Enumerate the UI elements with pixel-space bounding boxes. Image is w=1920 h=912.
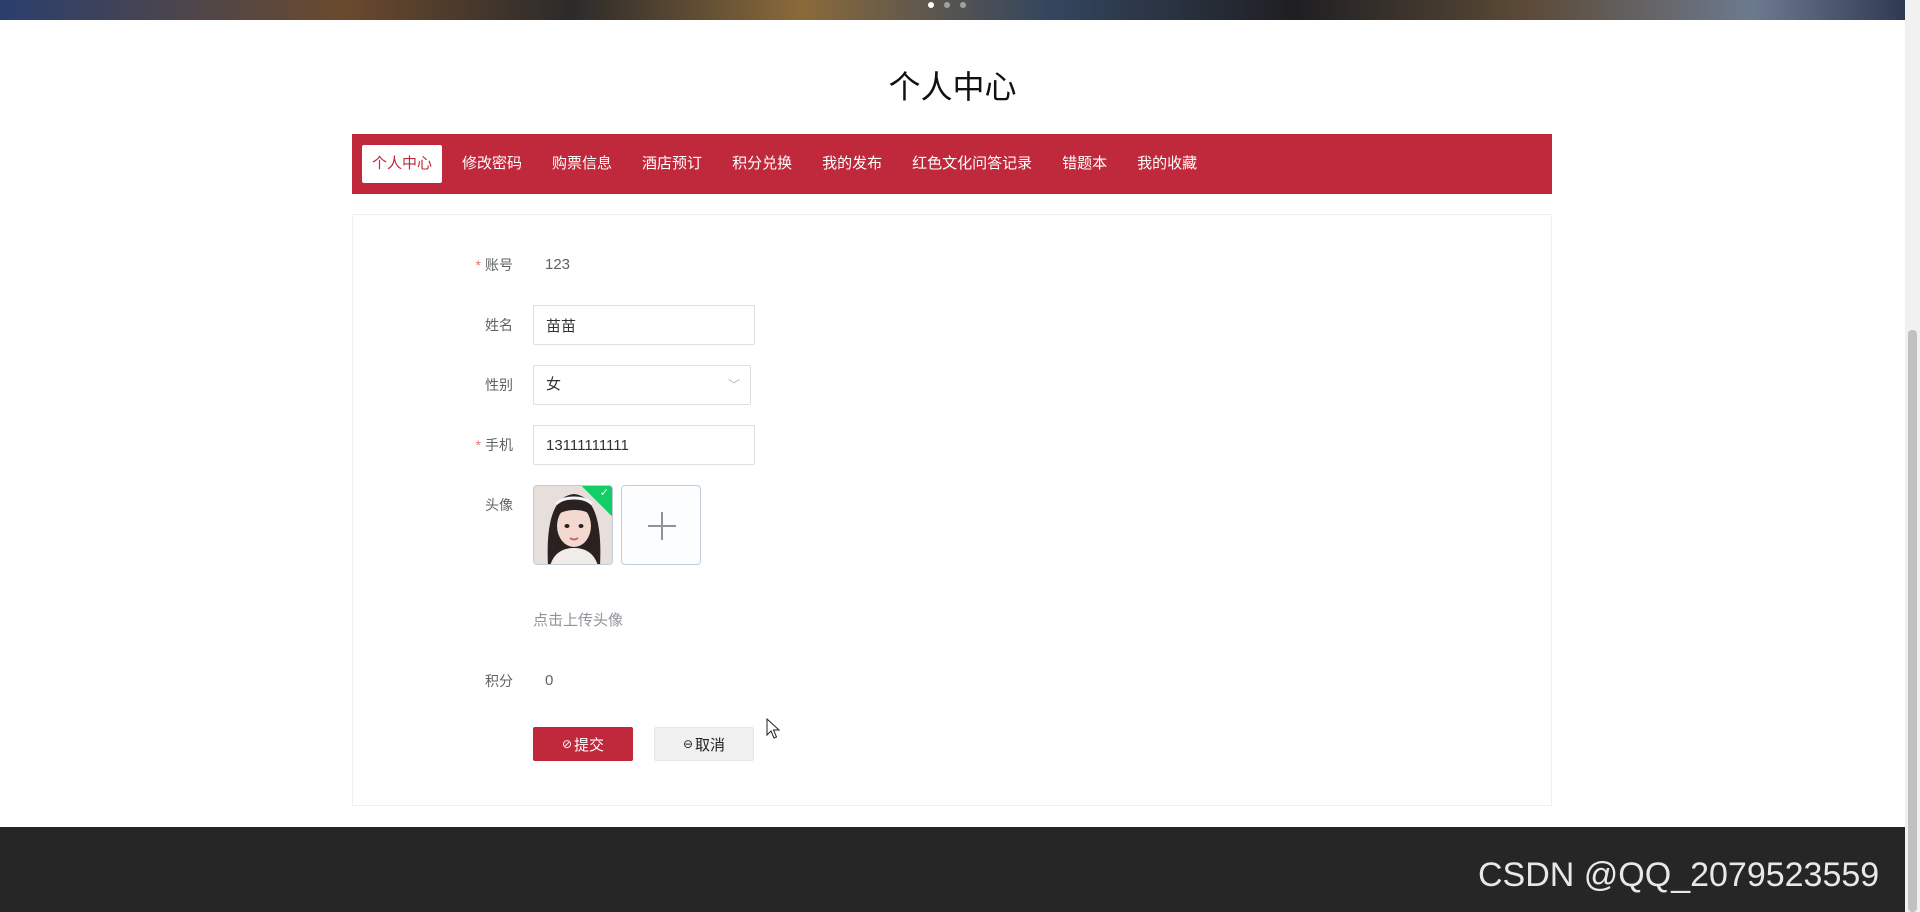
avatar-label: 头像 <box>485 497 513 513</box>
carousel-dot-3[interactable] <box>960 2 966 8</box>
page-title: 个人中心 <box>888 69 1017 105</box>
chevron-down-icon: ﹀ <box>727 378 740 392</box>
phone-input[interactable] <box>533 425 755 465</box>
required-mark: * <box>475 257 481 273</box>
avatar-preview[interactable]: ✓ <box>533 485 613 565</box>
check-circle-icon: ⊘ <box>561 737 573 751</box>
name-input[interactable] <box>533 305 755 345</box>
avatar-upload-button[interactable] <box>621 485 701 565</box>
tab-my-posts[interactable]: 我的发布 <box>812 145 892 183</box>
tab-points-exchange[interactable]: 积分兑换 <box>722 145 802 183</box>
account-value: 123 <box>545 256 571 273</box>
tab-quiz-records[interactable]: 红色文化问答记录 <box>902 145 1042 183</box>
carousel-dot-2[interactable] <box>944 2 950 8</box>
watermark: CSDN @QQ_2079523559 <box>1478 856 1880 894</box>
scrollbar-thumb[interactable] <box>1908 330 1917 912</box>
check-icon: ✓ <box>599 487 609 499</box>
account-label: * 账号 <box>475 257 513 273</box>
minus-circle-icon: ⊖ <box>682 737 694 751</box>
points-value: 0 <box>545 672 554 689</box>
tab-wrong-answers[interactable]: 错题本 <box>1052 145 1117 183</box>
mouse-cursor-icon <box>766 718 780 739</box>
name-label: 姓名 <box>485 317 513 333</box>
gender-select[interactable]: 女 ﹀ <box>533 365 751 405</box>
cancel-button[interactable]: ⊖ 取消 <box>654 727 754 761</box>
profile-form: *账号 123 姓名 性别 女 ﹀ *手机 头像 ✓ 点击上传头像 积分 <box>352 214 1552 806</box>
tab-change-password[interactable]: 修改密码 <box>452 145 532 183</box>
gender-label: 性别 <box>485 377 513 393</box>
tab-profile[interactable]: 个人中心 <box>362 145 443 183</box>
profile-tab-bar: 个人中心 修改密码 购票信息 酒店预订 积分兑换 我的发布 红色文化问答记录 错… <box>352 134 1552 194</box>
required-mark: * <box>475 437 481 453</box>
carousel-dot-1[interactable] <box>928 2 934 8</box>
phone-label: * 手机 <box>475 437 513 453</box>
avatar-upload-tip: 点击上传头像 <box>533 612 624 629</box>
submit-button[interactable]: ⊘ 提交 <box>533 727 633 761</box>
tab-favorites[interactable]: 我的收藏 <box>1127 145 1207 183</box>
tab-hotel-booking[interactable]: 酒店预订 <box>632 145 712 183</box>
carousel-indicators <box>928 2 966 8</box>
gender-selected-value: 女 <box>546 376 562 393</box>
points-label: 积分 <box>485 673 513 689</box>
carousel-banner <box>0 0 1905 20</box>
page-scrollbar[interactable] <box>1905 0 1920 912</box>
tab-ticket-orders[interactable]: 购票信息 <box>542 145 622 183</box>
